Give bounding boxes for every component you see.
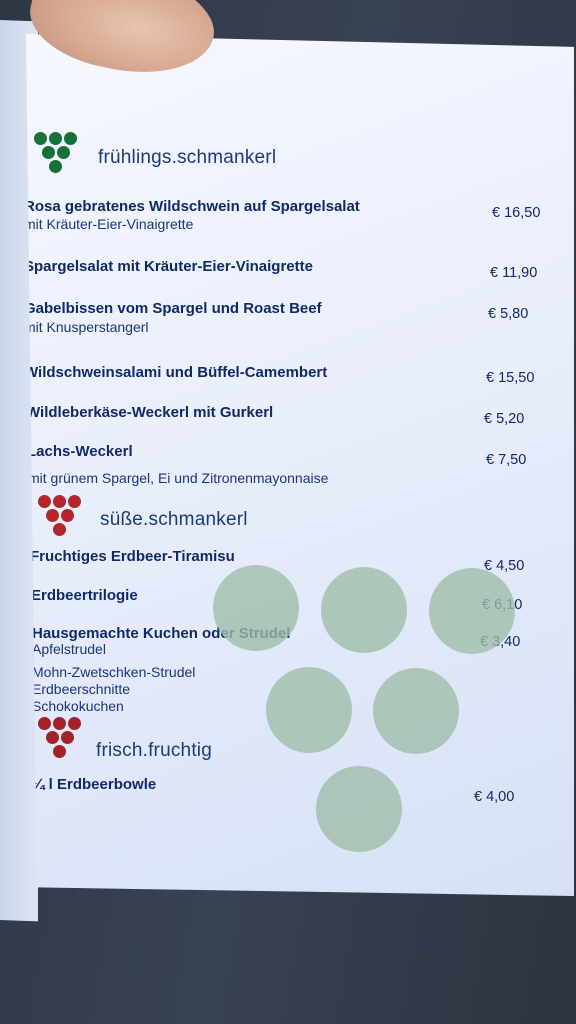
watermark-dot xyxy=(373,668,459,754)
menu-item-price: € 4,00 xyxy=(474,789,515,805)
section-title: frühlings.schmankerl xyxy=(98,147,277,168)
menu-page: frühlings.schmankerl Rosa gebratenes Wil… xyxy=(26,34,574,896)
menu-item-price: € 7,50 xyxy=(486,452,527,468)
menu-item-name: Gabelbissen vom Spargel und Roast Beef xyxy=(24,300,322,317)
watermark-dot xyxy=(316,766,402,852)
menu-item-description: mit grünem Spargel, Ei und Zitronenmayon… xyxy=(28,470,329,486)
watermark-dot xyxy=(213,565,299,651)
watermark-dot xyxy=(266,667,352,753)
grapes-icon xyxy=(34,132,80,176)
section-title: süße.schmankerl xyxy=(100,509,248,530)
menu-item-name: Rosa gebratenes Wildschwein auf Spargels… xyxy=(24,198,360,215)
menu-item-description: mit Knusperstangerl xyxy=(24,319,149,335)
menu-item-description: Erdbeerschnitte xyxy=(32,681,131,697)
menu-item-description: Mohn-Zwetschken-Strudel xyxy=(32,664,196,680)
watermark-dot xyxy=(429,568,515,654)
menu-item-price: € 11,90 xyxy=(490,265,538,281)
grapes-icon xyxy=(38,495,84,539)
menu-item-name: ¼ l Erdbeerbowle xyxy=(32,776,157,793)
menu-item-price: € 5,20 xyxy=(484,411,525,427)
menu-item-name: Wildleberkäse-Weckerl mit Gurkerl xyxy=(26,404,274,421)
grapes-icon xyxy=(38,717,84,761)
watermark-dot xyxy=(321,567,407,653)
menu-item-description: Apfelstrudel xyxy=(32,641,106,657)
menu-item-name: Wildschweinsalami und Büffel-Camembert xyxy=(24,364,328,381)
menu-item-description: mit Kräuter-Eier-Vinaigrette xyxy=(24,216,194,232)
menu-item-price: € 16,50 xyxy=(492,205,541,221)
menu-item-price: € 15,50 xyxy=(486,370,535,386)
section-title: frisch.fruchtig xyxy=(96,740,212,761)
menu-item-description: Schokokuchen xyxy=(32,698,124,714)
menu-item-name: Erdbeertrilogie xyxy=(31,587,138,604)
menu-item-name: Lachs-Weckerl xyxy=(27,443,133,460)
menu-item-name: Spargelsalat mit Kräuter-Eier-Vinaigrett… xyxy=(24,258,313,275)
menu-item-price: € 5,80 xyxy=(488,306,529,322)
menu-item-name: Fruchtiges Erdbeer-Tiramisu xyxy=(30,548,235,565)
